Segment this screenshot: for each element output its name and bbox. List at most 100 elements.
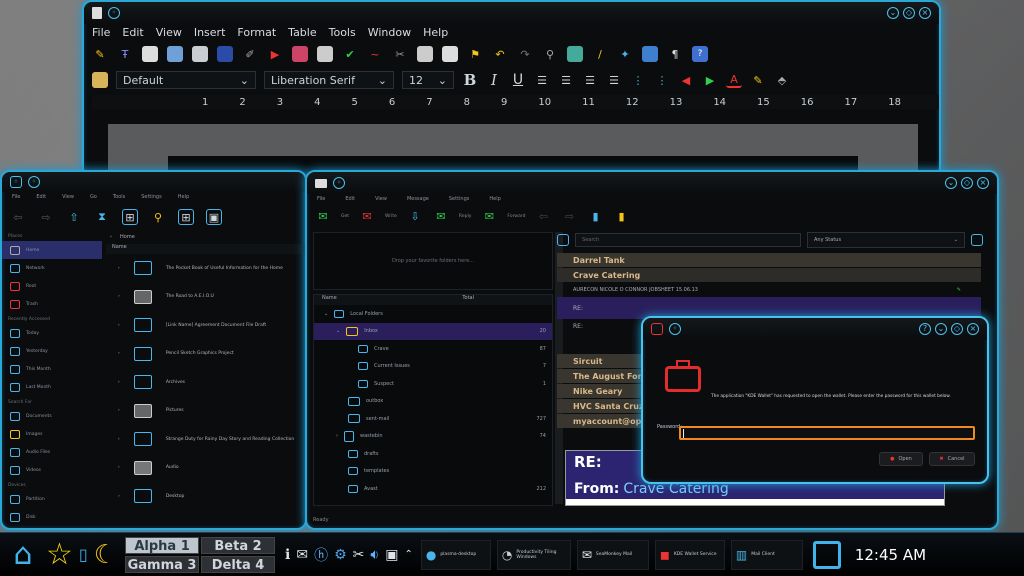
redo-icon[interactable]: ↷	[517, 46, 533, 62]
menu-tools[interactable]: Tools	[329, 26, 356, 39]
file-row[interactable]: › Desktop	[106, 482, 305, 511]
expand-icon[interactable]: ›	[118, 465, 120, 470]
minimize-button[interactable]: ⌄	[935, 323, 947, 335]
task-seamonkey[interactable]: ✉ SeaMonkey Mail	[576, 539, 649, 570]
volume-icon[interactable]: 🔉︎	[370, 547, 379, 563]
settings-icon[interactable]: ⚙	[334, 547, 347, 563]
file-row[interactable]: › Strange Duty for Rainy Day Story and Re…	[106, 425, 305, 454]
menu-file[interactable]: File	[92, 26, 110, 39]
menu-settings[interactable]: Settings	[449, 196, 470, 202]
print-icon[interactable]	[167, 46, 183, 62]
clipboard-icon[interactable]: ▣	[385, 547, 398, 563]
tray-expand-icon[interactable]: ⌃	[404, 549, 412, 560]
maximize-button[interactable]: ◇	[903, 7, 915, 19]
file-row[interactable]: › Pencil Sketch Graphics Project	[106, 340, 305, 369]
hyperlink-icon[interactable]: ⚲	[542, 46, 558, 62]
status-filter[interactable]: Any Status ⌄	[807, 232, 965, 248]
desktop-2[interactable]: Beta 2	[201, 536, 276, 554]
menu-go[interactable]: Go	[90, 194, 97, 200]
up-icon[interactable]: ⇧	[66, 209, 82, 225]
back-icon[interactable]: ⇦	[10, 209, 26, 225]
menu-help[interactable]: Help	[423, 26, 448, 39]
menu-insert[interactable]: Insert	[194, 26, 226, 39]
italic-icon[interactable]: I	[486, 71, 502, 89]
bullets-icon[interactable]: ⋮	[654, 72, 670, 88]
menu-help[interactable]: Help	[178, 194, 189, 200]
search-options-icon[interactable]	[971, 234, 983, 246]
menu-help[interactable]: Help	[489, 196, 500, 202]
save-icon[interactable]	[192, 46, 208, 62]
place-network[interactable]: Network	[2, 259, 102, 277]
menu-view[interactable]: View	[156, 26, 182, 39]
styles-icon[interactable]	[92, 72, 108, 88]
show-desktop-icon[interactable]	[812, 540, 841, 569]
next-icon[interactable]: ⇨	[562, 208, 578, 224]
view-details-icon[interactable]: ⊞	[122, 209, 138, 225]
group-header[interactable]: Crave Catering	[557, 268, 981, 282]
gallery-icon[interactable]	[642, 46, 658, 62]
search-videos[interactable]: Videos	[2, 461, 102, 479]
place-trash[interactable]: Trash	[2, 295, 102, 313]
menu-format[interactable]: Format	[237, 26, 276, 39]
folder-outbox[interactable]: outbox	[314, 393, 552, 411]
window-menu-icon[interactable]: ◦	[108, 7, 120, 19]
place-home[interactable]: Home	[2, 241, 102, 259]
message-row[interactable]: AURECON NICOLE O CONNOR JOBSHEET 15.06.1…	[557, 283, 981, 297]
field-icon[interactable]: Ŧ	[117, 46, 133, 62]
forward-icon[interactable]: ⇨	[38, 209, 54, 225]
folder-templates[interactable]: templates	[314, 463, 552, 481]
task-kwallet[interactable]: ◼ KDE Wallet Service	[654, 539, 725, 570]
column-header-name[interactable]: Name	[106, 244, 305, 254]
file-row[interactable]: › [Link Name] Agreement Document File Dra…	[106, 311, 305, 340]
menu-edit[interactable]: Edit	[345, 196, 355, 202]
expand-icon[interactable]: ›	[118, 323, 120, 328]
favorites-star-icon[interactable]: ☆	[46, 537, 73, 572]
template-icon[interactable]	[142, 46, 158, 62]
undo-icon[interactable]: ↶	[492, 46, 508, 62]
back-icon[interactable]: ⇦	[536, 208, 552, 224]
file-row[interactable]: › The Road to A.E.I.O.U	[106, 283, 305, 312]
menu-settings[interactable]: Settings	[141, 194, 162, 200]
menu-file[interactable]: File	[12, 194, 20, 200]
group-header[interactable]: Darrel Tank	[557, 253, 981, 267]
lock-icon[interactable]	[557, 234, 569, 246]
window-menu-icon[interactable]: ◦	[333, 177, 345, 189]
window-menu-icon[interactable]: ◦	[669, 323, 681, 335]
close-button[interactable]: ×	[967, 323, 979, 335]
cancel-button[interactable]: ✖ Cancel	[929, 452, 975, 466]
folder-avast[interactable]: Avast 212	[314, 480, 552, 498]
folder-drafts[interactable]: drafts	[314, 445, 552, 463]
folder-wastebin[interactable]: › wastebin 74	[314, 428, 552, 446]
copy-icon[interactable]	[417, 46, 433, 62]
folder-crave[interactable]: Crave 87	[314, 340, 552, 358]
menu-message[interactable]: Message	[407, 196, 429, 202]
recent-today[interactable]: Today	[2, 324, 102, 342]
mail-icon[interactable]: ✉	[296, 547, 308, 563]
table-icon[interactable]	[567, 46, 583, 62]
background-color-icon[interactable]: ⬘	[774, 72, 790, 88]
close-button[interactable]: ×	[919, 7, 931, 19]
device-partition[interactable]: Partition	[2, 490, 102, 508]
indent-increase-icon[interactable]: ▶	[702, 72, 718, 88]
expand-icon[interactable]: ›	[118, 380, 120, 385]
scissors-icon[interactable]: ✂	[353, 547, 365, 563]
desktop-1[interactable]: Alpha 1	[125, 536, 200, 554]
recent-yesterday[interactable]: Yesterday	[2, 342, 102, 360]
minimize-button[interactable]: ⌄	[945, 177, 957, 189]
favorites-drop-area[interactable]: Drop your favorite folders here...	[313, 232, 553, 290]
find-icon[interactable]: ⚲	[150, 209, 166, 225]
formatting-marks-icon[interactable]: ¶	[667, 46, 683, 62]
menu-edit[interactable]: Edit	[122, 26, 143, 39]
home-launcher-icon[interactable]: ⌂	[6, 537, 40, 572]
folder-suspect[interactable]: Suspect 1	[314, 375, 552, 393]
font-name-combo[interactable]: Liberation Serif ⌄	[264, 71, 394, 89]
new-document-icon[interactable]: ✎	[92, 46, 108, 62]
paste-icon[interactable]	[442, 46, 458, 62]
reply-icon[interactable]: ✉	[433, 208, 449, 224]
font-color-icon[interactable]: A	[726, 72, 742, 88]
moon-applet-icon[interactable]: ☾	[94, 540, 117, 570]
recent-this-month[interactable]: This Month	[2, 360, 102, 378]
cut-icon[interactable]: ✂	[392, 46, 408, 62]
paragraph-style-combo[interactable]: Default ⌄	[116, 71, 256, 89]
indent-decrease-icon[interactable]: ◀	[678, 72, 694, 88]
